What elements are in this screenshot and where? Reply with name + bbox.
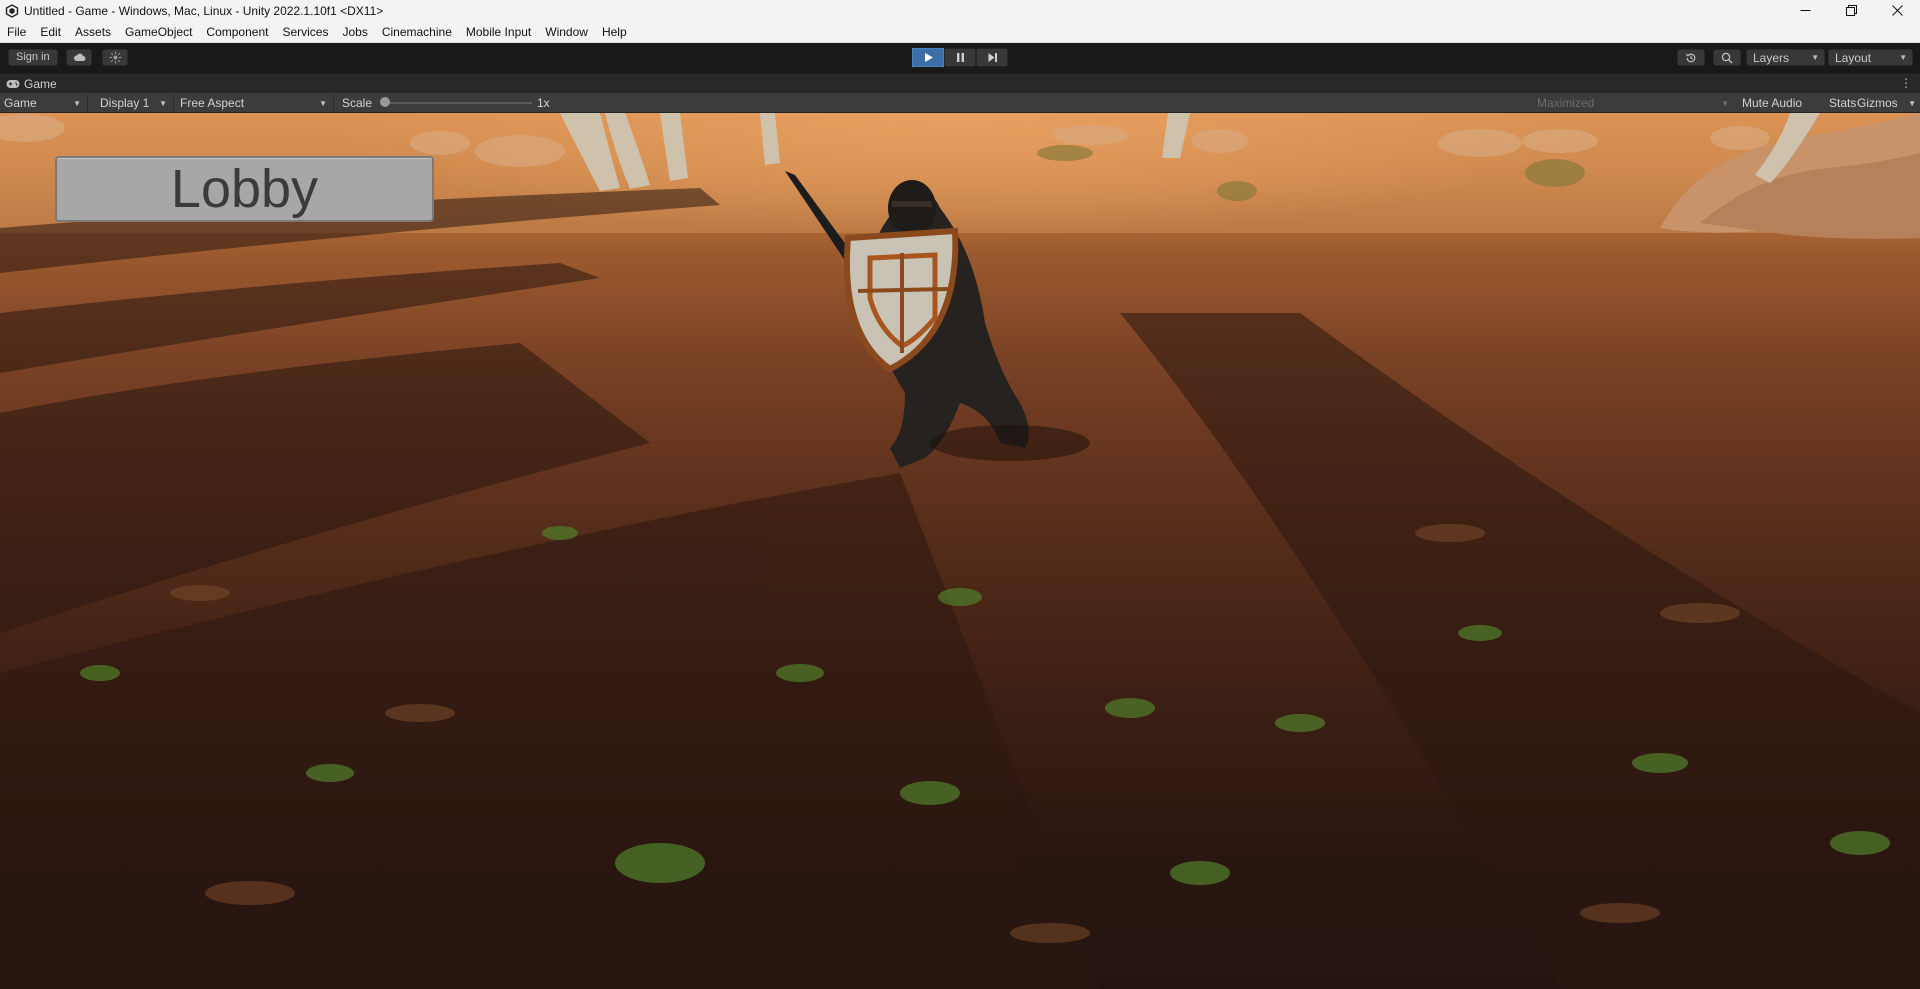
playback-controls [912,48,1008,67]
menu-help[interactable]: Help [595,21,634,43]
history-button[interactable] [1677,49,1705,66]
chevron-down-icon: ▼ [1721,98,1729,108]
play-button[interactable] [912,48,944,67]
gizmos-dropdown[interactable]: Gizmos ▼ [1853,94,1920,112]
restore-button[interactable] [1828,0,1874,21]
game-scene-render [0,113,1920,989]
pause-icon [956,53,964,62]
display-value: Display 1 [100,96,150,110]
tab-game-label: Game [24,76,57,91]
cloud-button[interactable] [66,49,92,66]
main-toolbar: Sign in Layers ▼ Layout ▼ [0,43,1920,72]
menu-jobs[interactable]: Jobs [335,21,374,43]
view-mode-dropdown[interactable]: Game ▼ [0,94,88,112]
collab-button[interactable] [102,49,128,66]
scale-value: 1x [537,96,550,110]
window-title: Untitled - Game - Windows, Mac, Linux - … [24,3,384,18]
menu-window[interactable]: Window [538,21,595,43]
game-window-tabbar: Game ⋮ [0,73,1920,93]
play-mode-value: Maximized [1537,96,1595,110]
layers-dropdown[interactable]: Layers ▼ [1746,49,1825,66]
cloud-icon [73,53,85,61]
chevron-down-icon: ▼ [1908,98,1916,108]
display-dropdown[interactable]: Display 1 ▼ [96,94,174,112]
game-viewport[interactable]: Lobby [0,113,1920,989]
minimize-icon [1800,10,1810,11]
unity-logo-icon [5,3,19,18]
search-button[interactable] [1713,49,1741,66]
menu-file[interactable]: File [0,21,33,43]
chevron-down-icon: ▼ [159,98,167,108]
view-mode-value: Game [4,96,37,110]
menu-assets[interactable]: Assets [68,21,118,43]
menu-services[interactable]: Services [275,21,335,43]
step-button[interactable] [976,48,1008,67]
search-icon [1721,52,1733,63]
step-icon [988,53,997,62]
menu-edit[interactable]: Edit [33,21,68,43]
chevron-down-icon: ▼ [1899,53,1907,62]
layout-dropdown[interactable]: Layout ▼ [1828,49,1913,66]
lobby-button[interactable]: Lobby [55,156,434,222]
close-icon [1891,5,1903,16]
mute-audio-toggle[interactable]: Mute Audio [1738,94,1806,112]
scale-label: Scale [342,96,373,110]
sign-in-button[interactable]: Sign in [8,49,58,66]
aspect-value: Free Aspect [180,96,245,110]
aspect-dropdown[interactable]: Free Aspect ▼ [176,94,334,112]
game-view-controls: Game ▼ Display 1 ▼ Free Aspect ▼ Scale 1… [0,93,1920,113]
sparkle-icon [109,51,121,64]
layout-label: Layout [1835,50,1872,65]
close-button[interactable] [1874,0,1920,21]
chevron-down-icon: ▼ [319,98,327,108]
scale-slider-track[interactable] [384,102,532,104]
play-icon [924,53,933,62]
layers-label: Layers [1753,50,1790,65]
gamepad-icon [6,79,20,88]
restore-icon [1845,5,1857,16]
minimize-button[interactable] [1782,0,1828,21]
menu-gameobject[interactable]: GameObject [118,21,199,43]
menu-cinemachine[interactable]: Cinemachine [375,21,459,43]
menu-bar: File Edit Assets GameObject Component Se… [0,21,1920,43]
play-mode-dropdown[interactable]: Maximized ▼ [1533,94,1735,112]
menu-component[interactable]: Component [199,21,275,43]
gizmos-label: Gizmos [1857,96,1898,110]
window-controls [1782,0,1920,21]
window-title-bar[interactable]: Untitled - Game - Windows, Mac, Linux - … [0,0,1920,21]
pause-button[interactable] [944,48,976,67]
chevron-down-icon: ▼ [73,98,81,108]
menu-mobile-input[interactable]: Mobile Input [459,21,538,43]
history-icon [1685,52,1696,62]
scale-slider-handle[interactable] [380,97,390,107]
tab-game[interactable]: Game [0,74,67,93]
chevron-down-icon: ▼ [1811,53,1819,62]
more-options-icon[interactable]: ⋮ [1900,76,1912,90]
